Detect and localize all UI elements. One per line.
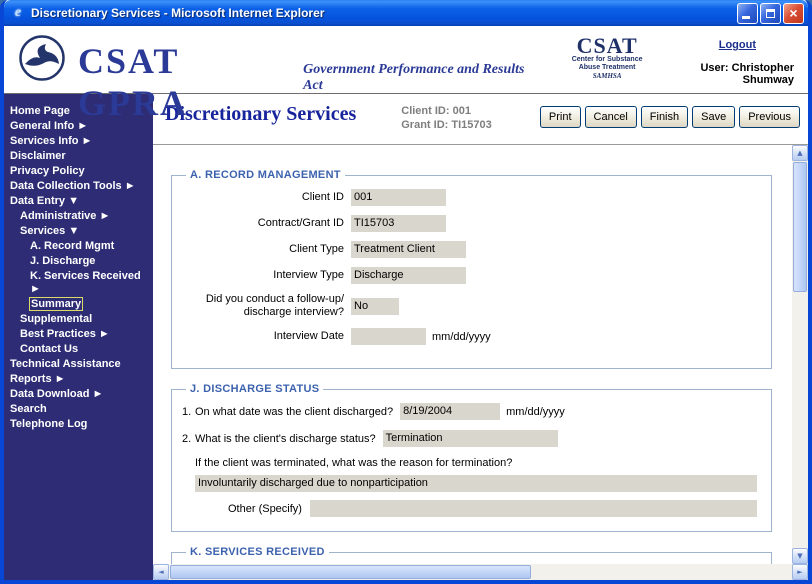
sidebar-item-best-practices[interactable]: Best Practices ► xyxy=(4,327,153,342)
ie-icon: e xyxy=(10,5,26,21)
minimize-button[interactable] xyxy=(737,3,758,24)
minimize-icon xyxy=(742,16,750,19)
interview-date-field[interactable] xyxy=(351,328,426,345)
client-type-label: Client Type xyxy=(182,243,344,256)
scroll-right-icon[interactable]: ► xyxy=(792,564,808,580)
sidebar-item-disclaimer[interactable]: Disclaimer xyxy=(4,149,153,164)
discharge-status-label: What is the client's discharge status? xyxy=(195,433,376,445)
followup-interview-label: Did you conduct a follow-up/ discharge i… xyxy=(182,293,344,319)
contract-grant-id-field[interactable]: TI15703 xyxy=(351,215,446,232)
maximize-button[interactable] xyxy=(760,3,781,24)
user-block: Logout User: Christopher Shumway xyxy=(653,26,794,86)
discharge-date-format-hint: mm/dd/yyyy xyxy=(506,406,565,418)
client-type-field[interactable]: Treatment Client xyxy=(351,241,466,258)
interview-date-format-hint: mm/dd/yyyy xyxy=(432,331,491,343)
other-specify-label: Other (Specify) xyxy=(228,503,302,515)
print-button[interactable]: Print xyxy=(540,106,581,128)
discharge-date-field[interactable]: 8/19/2004 xyxy=(400,403,500,420)
interview-type-field[interactable]: Discharge xyxy=(351,267,466,284)
interview-type-label: Interview Type xyxy=(182,269,344,282)
cancel-button[interactable]: Cancel xyxy=(585,106,637,128)
sidebar-item-telephone-log[interactable]: Telephone Log xyxy=(4,417,153,432)
sidebar-item-data-entry[interactable]: Data Entry ▼ xyxy=(4,194,153,209)
section-k-legend: K. SERVICES RECEIVED xyxy=(186,546,329,558)
csat-logo-line1: Center for Substance xyxy=(561,56,653,64)
previous-button[interactable]: Previous xyxy=(739,106,800,128)
csat-logo-line2: Abuse Treatment xyxy=(561,64,653,72)
save-button[interactable]: Save xyxy=(692,106,735,128)
sidebar-item-privacy-policy[interactable]: Privacy Policy xyxy=(4,164,153,179)
finish-button[interactable]: Finish xyxy=(641,106,688,128)
hhs-logo-icon xyxy=(18,34,66,87)
maximize-icon xyxy=(766,9,775,18)
section-services-received: K. SERVICES RECEIVED xyxy=(171,546,772,564)
horizontal-scroll-track[interactable] xyxy=(169,564,792,580)
other-specify-field[interactable] xyxy=(310,500,757,517)
user-name: User: Christopher Shumway xyxy=(653,62,794,86)
titlebar[interactable]: e Discretionary Services - Microsoft Int… xyxy=(4,0,808,26)
sidebar-item-search[interactable]: Search xyxy=(4,402,153,417)
q1-number: 1. xyxy=(182,406,195,418)
scroll-down-icon[interactable]: ▼ xyxy=(792,548,808,564)
close-button[interactable]: × xyxy=(783,3,804,24)
termination-reason-field[interactable]: Involuntarily discharged due to nonparti… xyxy=(195,475,757,492)
discharge-status-field[interactable]: Termination xyxy=(383,430,558,447)
sidebar-item-services-info[interactable]: Services Info ► xyxy=(4,134,153,149)
app-header: CSAT GPRA Government Performance and Res… xyxy=(4,26,808,94)
interview-date-label: Interview Date xyxy=(182,330,344,343)
sidebar-item-record-mgmt[interactable]: A. Record Mgmt xyxy=(4,239,153,254)
termination-reason-label: If the client was terminated, what was t… xyxy=(195,457,761,469)
sidebar-item-services[interactable]: Services ▼ xyxy=(4,224,153,239)
scroll-left-icon[interactable]: ◄ xyxy=(153,564,169,580)
vertical-scroll-thumb[interactable] xyxy=(793,162,807,292)
contract-grant-id-label: Contract/Grant ID xyxy=(182,217,344,230)
section-a-legend: A. RECORD MANAGEMENT xyxy=(186,169,345,181)
sidebar-item-data-collection-tools[interactable]: Data Collection Tools ► xyxy=(4,179,153,194)
q2-number: 2. xyxy=(182,433,195,445)
form-area: A. RECORD MANAGEMENT Client ID 001 Contr… xyxy=(153,145,792,564)
sidebar-item-technical-assistance[interactable]: Technical Assistance xyxy=(4,357,153,372)
sidebar-item-discharge[interactable]: J. Discharge xyxy=(4,254,153,269)
section-discharge-status: J. DISCHARGE STATUS 1. On what date was … xyxy=(171,383,772,532)
csat-logo: CSAT Center for Substance Abuse Treatmen… xyxy=(561,35,653,81)
brand-subtitle: Government Performance and Results Act xyxy=(303,62,535,94)
csat-logo-name: CSAT xyxy=(561,35,653,56)
sidebar-item-services-received[interactable]: K. Services Received ► xyxy=(4,269,153,297)
sidebar: Home Page General Info ► Services Info ►… xyxy=(4,94,153,580)
client-id-label: Client ID xyxy=(182,191,344,204)
main-content: Discretionary Services Client ID: 001 Gr… xyxy=(153,94,808,580)
client-id-field[interactable]: 001 xyxy=(351,189,446,206)
section-record-management: A. RECORD MANAGEMENT Client ID 001 Contr… xyxy=(171,169,772,369)
section-j-legend: J. DISCHARGE STATUS xyxy=(186,383,323,395)
scroll-up-icon[interactable]: ▲ xyxy=(792,145,808,161)
sidebar-item-data-download[interactable]: Data Download ► xyxy=(4,387,153,402)
sidebar-item-contact-us[interactable]: Contact Us xyxy=(4,342,153,357)
csat-logo-samhsa: SAMHSA xyxy=(561,72,653,81)
logout-link[interactable]: Logout xyxy=(719,39,756,51)
brand-block: CSAT GPRA Government Performance and Res… xyxy=(78,40,535,124)
sidebar-item-reports[interactable]: Reports ► xyxy=(4,372,153,387)
followup-interview-field[interactable]: No xyxy=(351,298,399,315)
horizontal-scrollbar[interactable]: ◄ ► xyxy=(153,564,808,580)
sidebar-item-administrative[interactable]: Administrative ► xyxy=(4,209,153,224)
vertical-scrollbar[interactable]: ▲ ▼ xyxy=(792,145,808,564)
brand-title: CSAT GPRA xyxy=(78,40,289,124)
window-title: Discretionary Services - Microsoft Inter… xyxy=(31,6,737,20)
discharge-date-label: On what date was the client discharged? xyxy=(195,406,393,418)
browser-window: e Discretionary Services - Microsoft Int… xyxy=(0,0,812,584)
vertical-scroll-track[interactable] xyxy=(792,161,808,548)
toolbar: Print Cancel Finish Save Previous xyxy=(540,106,800,128)
sidebar-item-summary[interactable]: Summary xyxy=(4,297,153,312)
horizontal-scroll-thumb[interactable] xyxy=(170,565,531,579)
sidebar-item-supplemental[interactable]: Supplemental xyxy=(4,312,153,327)
